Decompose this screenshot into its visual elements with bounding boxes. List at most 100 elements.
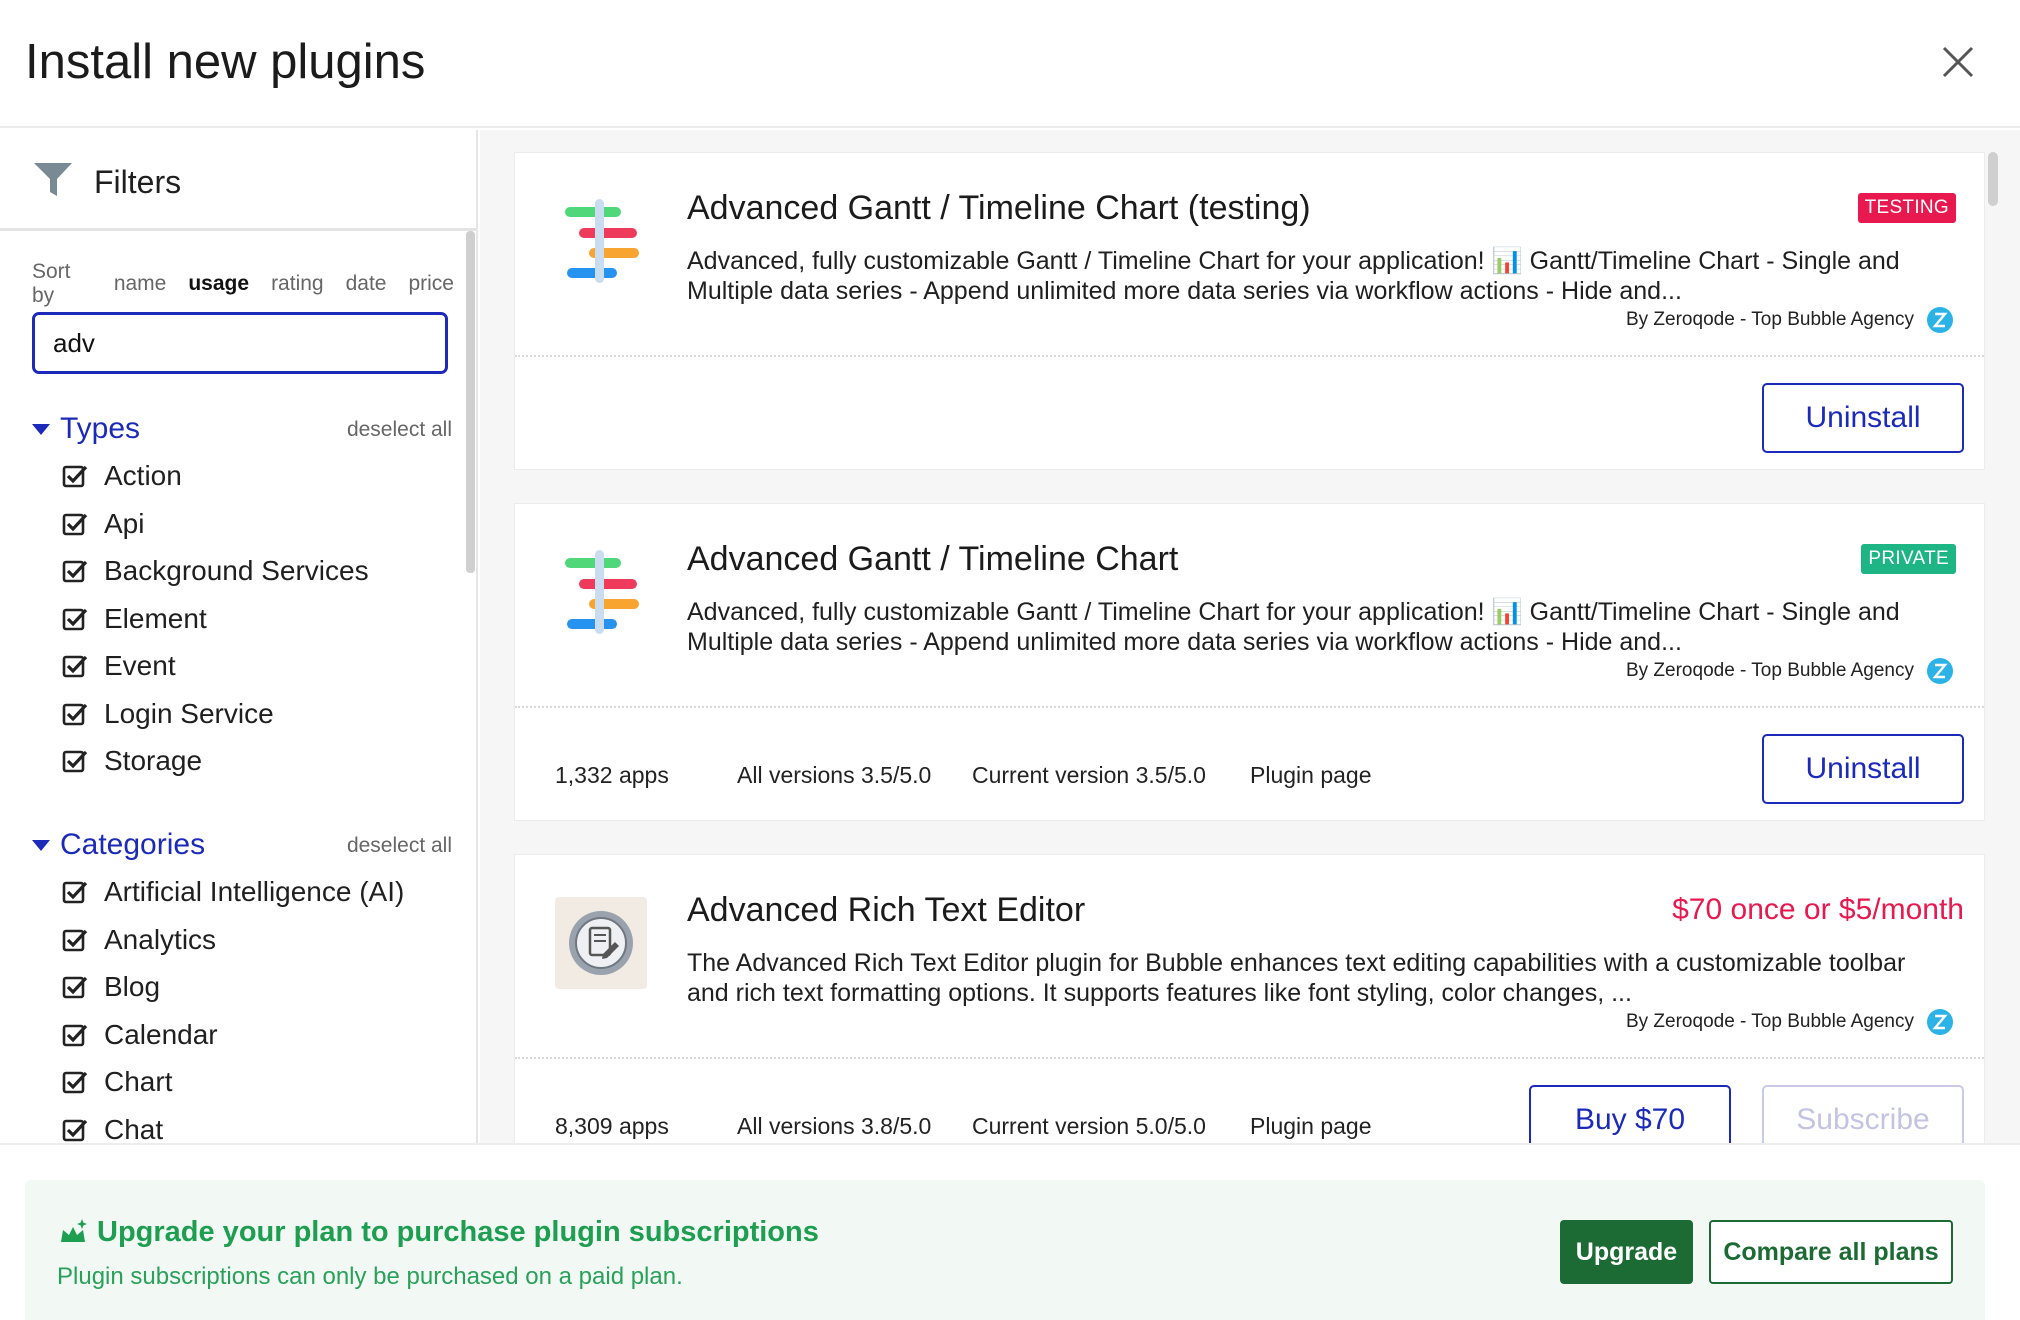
type-filter-item[interactable]: Background Services bbox=[62, 551, 369, 591]
plugin-author: By Zeroqode - Top Bubble Agency bbox=[1626, 1008, 1954, 1036]
categories-title: Categories bbox=[60, 828, 206, 861]
plugin-page-link[interactable]: Plugin page bbox=[1250, 762, 1372, 789]
plugin-title[interactable]: Advanced Gantt / Timeline Chart (testing… bbox=[687, 189, 1311, 228]
category-filter-item[interactable]: Blog bbox=[62, 967, 160, 1007]
zeroqode-logo-icon bbox=[1927, 307, 1953, 333]
plugin-card: Advanced Rich Text Editor $70 once or $5… bbox=[514, 854, 1985, 1143]
plugin-author: By Zeroqode - Top Bubble Agency bbox=[1626, 657, 1954, 685]
type-filter-label: Element bbox=[104, 602, 207, 634]
checkbox-checked-icon[interactable] bbox=[62, 748, 88, 774]
category-filter-item[interactable]: Chart bbox=[62, 1062, 172, 1102]
checkbox-checked-icon[interactable] bbox=[62, 558, 88, 584]
sort-option-date[interactable]: date bbox=[346, 272, 387, 296]
card-divider bbox=[515, 1057, 1984, 1059]
type-filter-label: Action bbox=[104, 460, 182, 491]
sort-by-row: Sort by name usage rating date price bbox=[32, 260, 476, 308]
gantt-chart-logo-icon bbox=[565, 550, 639, 634]
category-filter-item[interactable]: Analytics bbox=[62, 920, 216, 960]
category-filter-label: Artificial Intelligence (AI) bbox=[104, 876, 405, 907]
plugin-author: By Zeroqode - Top Bubble Agency bbox=[1626, 306, 1954, 334]
type-filter-label: Event bbox=[104, 650, 176, 681]
category-filter-item[interactable]: Calendar bbox=[62, 1015, 218, 1055]
page-title: Install new plugins bbox=[25, 35, 426, 89]
caret-down-icon bbox=[32, 840, 50, 851]
checkbox-checked-icon[interactable] bbox=[62, 1022, 88, 1048]
upgrade-banner-title: Upgrade your plan to purchase plugin sub… bbox=[97, 1216, 819, 1248]
sort-option-name[interactable]: name bbox=[114, 272, 167, 296]
plugin-description: The Advanced Rich Text Editor plugin for… bbox=[687, 949, 1906, 1007]
card-divider bbox=[515, 355, 1984, 357]
private-badge: PRIVATE bbox=[1861, 544, 1956, 574]
plugin-current-version: Current version 3.5/5.0 bbox=[972, 762, 1206, 788]
checkbox-checked-icon[interactable] bbox=[62, 463, 88, 489]
plugin-all-versions: All versions 3.5/5.0 bbox=[737, 762, 932, 788]
sparkle-crown-icon bbox=[61, 1219, 87, 1242]
checkbox-checked-icon[interactable] bbox=[62, 1069, 88, 1095]
sort-option-price[interactable]: price bbox=[408, 272, 454, 296]
type-filter-item[interactable]: Api bbox=[62, 504, 144, 544]
type-filter-item[interactable]: Element bbox=[62, 599, 207, 639]
types-deselect-all[interactable]: deselect all bbox=[347, 418, 452, 442]
types-group-header[interactable]: Types deselect all bbox=[32, 412, 452, 452]
type-filter-label: Background Services bbox=[104, 555, 369, 586]
zeroqode-logo-icon bbox=[1927, 658, 1953, 684]
plugin-page-link[interactable]: Plugin page bbox=[1250, 1113, 1372, 1140]
modal-footer: Upgrade your plan to purchase plugin sub… bbox=[0, 1143, 2020, 1320]
checkbox-checked-icon[interactable] bbox=[62, 1117, 88, 1143]
plugin-author-label: By Zeroqode - Top Bubble Agency bbox=[1625, 660, 1914, 681]
checkbox-checked-icon[interactable] bbox=[62, 511, 88, 537]
category-filter-label: Blog bbox=[104, 971, 161, 1002]
plugin-all-versions: All versions 3.8/5.0 bbox=[737, 1113, 932, 1139]
sort-option-usage[interactable]: usage bbox=[188, 272, 249, 296]
compare-plans-button[interactable]: Compare all plans bbox=[1709, 1220, 1953, 1284]
type-filter-label: Login Service bbox=[104, 697, 274, 729]
uninstall-button[interactable]: Uninstall bbox=[1762, 383, 1964, 453]
plugin-description: Advanced, fully customizable Gantt / Tim… bbox=[687, 598, 1900, 656]
caret-down-icon bbox=[32, 424, 50, 435]
category-filter-label: Chat bbox=[104, 1113, 164, 1144]
plugin-app-count: 8,309 apps bbox=[555, 1113, 669, 1139]
upgrade-banner-subtitle: Plugin subscriptions can only be purchas… bbox=[57, 1263, 683, 1290]
category-filter-label: Chart bbox=[104, 1066, 173, 1097]
plugins-scrollbar[interactable] bbox=[1988, 152, 1998, 206]
category-filter-item[interactable]: Chat bbox=[62, 1110, 164, 1144]
type-filter-item[interactable]: Storage bbox=[62, 741, 202, 781]
categories-group-header[interactable]: Categories deselect all bbox=[32, 828, 452, 868]
categories-deselect-all[interactable]: deselect all bbox=[347, 834, 452, 858]
checkbox-checked-icon[interactable] bbox=[62, 927, 88, 953]
type-filter-item[interactable]: Login Service bbox=[62, 694, 274, 734]
uninstall-button[interactable]: Uninstall bbox=[1762, 734, 1964, 804]
filters-label: Filters bbox=[94, 164, 182, 200]
sort-by-label: Sort by bbox=[32, 260, 71, 307]
upgrade-button[interactable]: Upgrade bbox=[1560, 1220, 1693, 1284]
plugin-title[interactable]: Advanced Gantt / Timeline Chart bbox=[687, 540, 1178, 579]
buy-button[interactable]: Buy $70 bbox=[1529, 1085, 1731, 1143]
plugin-author-label: By Zeroqode - Top Bubble Agency bbox=[1625, 1011, 1914, 1032]
type-filter-item[interactable]: Action bbox=[62, 456, 182, 496]
checkbox-checked-icon[interactable] bbox=[62, 879, 88, 905]
type-filter-label: Api bbox=[104, 507, 145, 539]
checkbox-checked-icon[interactable] bbox=[62, 653, 88, 679]
plugin-current-version: Current version 5.0/5.0 bbox=[972, 1113, 1206, 1139]
filter-icon bbox=[34, 163, 72, 196]
plugin-title[interactable]: Advanced Rich Text Editor bbox=[687, 891, 1085, 930]
search-input[interactable] bbox=[32, 312, 448, 374]
testing-badge: TESTING bbox=[1857, 193, 1956, 223]
plugin-author-label: By Zeroqode - Top Bubble Agency bbox=[1625, 309, 1914, 330]
plugin-description: Advanced, fully customizable Gantt / Tim… bbox=[687, 247, 1900, 305]
type-filter-label: Storage bbox=[104, 745, 203, 776]
checkbox-checked-icon[interactable] bbox=[62, 701, 88, 727]
subscribe-button[interactable]: Subscribe bbox=[1762, 1085, 1964, 1143]
zeroqode-logo-icon bbox=[1927, 1009, 1953, 1035]
close-icon[interactable] bbox=[1940, 44, 1976, 80]
sort-option-rating[interactable]: rating bbox=[271, 272, 324, 296]
plugins-list: Advanced Gantt / Timeline Chart (testing… bbox=[480, 130, 2020, 1143]
type-filter-item[interactable]: Event bbox=[62, 646, 176, 686]
category-filter-item[interactable]: Artificial Intelligence (AI) bbox=[62, 872, 404, 912]
sidebar-scrollbar[interactable] bbox=[466, 231, 475, 573]
checkbox-checked-icon[interactable] bbox=[62, 606, 88, 632]
modal-header: Install new plugins bbox=[0, 0, 2020, 128]
checkbox-checked-icon[interactable] bbox=[62, 974, 88, 1000]
plugin-stats: 1,332 apps All versions 3.5/5.0 Current … bbox=[555, 762, 1372, 789]
plugin-card: Advanced Gantt / Timeline Chart (testing… bbox=[514, 152, 1985, 470]
